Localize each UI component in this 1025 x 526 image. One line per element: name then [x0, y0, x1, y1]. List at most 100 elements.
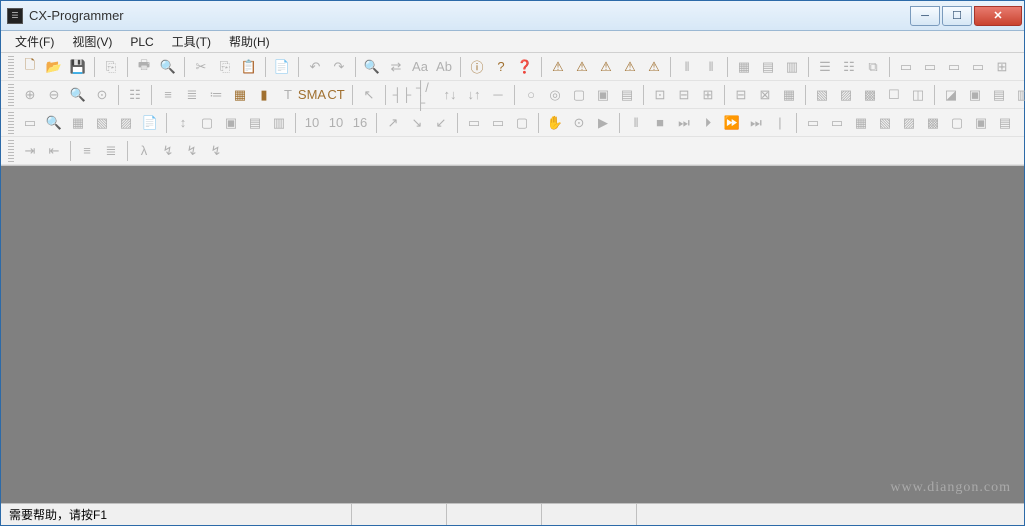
- find2-icon[interactable]: Aa: [409, 56, 431, 78]
- stop-icon[interactable]: ■: [649, 112, 671, 134]
- m3-icon[interactable]: ▦: [67, 112, 89, 134]
- warn1-icon[interactable]: ⚠: [547, 56, 569, 78]
- view3-icon[interactable]: ▣: [964, 84, 986, 106]
- view4-icon[interactable]: ▤: [988, 84, 1010, 106]
- menu-help[interactable]: 帮助(H): [221, 31, 278, 52]
- menu-view[interactable]: 视图(V): [64, 31, 120, 52]
- new-file-icon[interactable]: 🗋: [19, 56, 41, 78]
- t2-icon[interactable]: ▢: [196, 112, 218, 134]
- paste2-icon[interactable]: 📄: [271, 56, 293, 78]
- menu-file[interactable]: 文件(F): [7, 31, 62, 52]
- ff2-icon[interactable]: ⏭: [745, 112, 767, 134]
- text-icon[interactable]: T: [277, 84, 299, 106]
- w5-icon[interactable]: ☐: [883, 84, 905, 106]
- tab1-icon[interactable]: ▭: [895, 56, 917, 78]
- list3-icon[interactable]: ≔: [205, 84, 227, 106]
- zoom1-icon[interactable]: ⊕: [19, 84, 41, 106]
- view5-icon[interactable]: ▥: [1012, 84, 1025, 106]
- a3-icon[interactable]: ↙: [430, 112, 452, 134]
- h2-icon[interactable]: ⊙: [568, 112, 590, 134]
- grid1-icon[interactable]: ▦: [733, 56, 755, 78]
- copy-icon[interactable]: ⎘: [214, 56, 236, 78]
- bar-icon[interactable]: ▮: [253, 84, 275, 106]
- warn3-icon[interactable]: ⚠: [595, 56, 617, 78]
- zoom3-icon[interactable]: 🔍: [67, 84, 89, 106]
- grid-icon[interactable]: ▦: [229, 84, 251, 106]
- a1-icon[interactable]: ↗: [382, 112, 404, 134]
- zoom4-icon[interactable]: ⊙: [91, 84, 113, 106]
- m4-icon[interactable]: ▧: [91, 112, 113, 134]
- ct-icon[interactable]: CT: [325, 84, 347, 106]
- info-icon[interactable]: ⓘ: [466, 56, 488, 78]
- save2-icon[interactable]: ⎘: [100, 56, 122, 78]
- tab4-icon[interactable]: ▭: [967, 56, 989, 78]
- coil2-icon[interactable]: ◎: [544, 84, 566, 106]
- t5-icon[interactable]: ▥: [268, 112, 290, 134]
- net1-icon[interactable]: ☰: [814, 56, 836, 78]
- help-icon[interactable]: ?: [490, 56, 512, 78]
- net3-icon[interactable]: ⧉: [862, 56, 884, 78]
- p7-icon[interactable]: ▢: [946, 112, 968, 134]
- list1-icon[interactable]: ≡: [157, 84, 179, 106]
- p3-icon[interactable]: ▦: [850, 112, 872, 134]
- p1-icon[interactable]: ▭: [802, 112, 824, 134]
- block3-icon[interactable]: ▤: [616, 84, 638, 106]
- tab3-icon[interactable]: ▭: [943, 56, 965, 78]
- redo-icon[interactable]: ↷: [328, 56, 350, 78]
- c2-icon[interactable]: ┤/├: [415, 84, 437, 106]
- tab5-icon[interactable]: ⊞: [991, 56, 1013, 78]
- m1-icon[interactable]: ▭: [19, 112, 41, 134]
- pause1-icon[interactable]: ‖: [676, 56, 698, 78]
- pause-icon[interactable]: ‖: [625, 112, 647, 134]
- m6-icon[interactable]: 📄: [139, 112, 161, 134]
- open-folder-icon[interactable]: 📂: [43, 56, 65, 78]
- d10-icon[interactable]: 10: [301, 112, 323, 134]
- r1-icon[interactable]: ▭: [463, 112, 485, 134]
- warn2-icon[interactable]: ⚠: [571, 56, 593, 78]
- m2-icon[interactable]: 🔍: [43, 112, 65, 134]
- next-icon[interactable]: ⏵: [697, 112, 719, 134]
- pause2-icon[interactable]: ‖: [700, 56, 722, 78]
- t3-icon[interactable]: ▣: [220, 112, 242, 134]
- align1-icon[interactable]: ≡: [76, 140, 98, 162]
- g3-icon[interactable]: ⊠: [754, 84, 776, 106]
- zoom2-icon[interactable]: ⊖: [43, 84, 65, 106]
- box2-icon[interactable]: ⊟: [673, 84, 695, 106]
- s1-icon[interactable]: ☷: [124, 84, 146, 106]
- a2-icon[interactable]: ↘: [406, 112, 428, 134]
- minimize-button[interactable]: ─: [910, 6, 940, 26]
- f4-icon[interactable]: ↯: [205, 140, 227, 162]
- w2-icon[interactable]: ▧: [811, 84, 833, 106]
- step-icon[interactable]: ⏭: [673, 112, 695, 134]
- find3-icon[interactable]: Ab: [433, 56, 455, 78]
- net2-icon[interactable]: ☷: [838, 56, 860, 78]
- tab2-icon[interactable]: ▭: [919, 56, 941, 78]
- paste-icon[interactable]: 📋: [238, 56, 260, 78]
- g2-icon[interactable]: ⊟: [730, 84, 752, 106]
- r2-icon[interactable]: ▭: [487, 112, 509, 134]
- p8-icon[interactable]: ▣: [970, 112, 992, 134]
- view2-icon[interactable]: ◪: [940, 84, 962, 106]
- warn4-icon[interactable]: ⚠: [619, 56, 641, 78]
- ff1-icon[interactable]: ⏩: [721, 112, 743, 134]
- f3-icon[interactable]: ↯: [181, 140, 203, 162]
- p9-icon[interactable]: ▤: [994, 112, 1016, 134]
- sep-icon[interactable]: |: [769, 112, 791, 134]
- print-icon[interactable]: 🖶: [133, 56, 155, 78]
- grid3-icon[interactable]: ▥: [781, 56, 803, 78]
- print-preview-icon[interactable]: 🔍: [157, 56, 179, 78]
- save-icon[interactable]: 💾: [67, 56, 89, 78]
- maximize-button[interactable]: ☐: [942, 6, 972, 26]
- sma-icon[interactable]: SMA: [301, 84, 323, 106]
- p5-icon[interactable]: ▨: [898, 112, 920, 134]
- c1-icon[interactable]: ┤├: [391, 84, 413, 106]
- cut-icon[interactable]: ✂: [190, 56, 212, 78]
- find-icon[interactable]: 🔍: [361, 56, 383, 78]
- grid2-icon[interactable]: ▤: [757, 56, 779, 78]
- h1-icon[interactable]: ✋: [544, 112, 566, 134]
- indent-icon[interactable]: ⇥: [19, 140, 41, 162]
- c4-icon[interactable]: ↓↑: [463, 84, 485, 106]
- r3-icon[interactable]: ▢: [511, 112, 533, 134]
- d16-icon[interactable]: 16: [349, 112, 371, 134]
- close-button[interactable]: ✕: [974, 6, 1022, 26]
